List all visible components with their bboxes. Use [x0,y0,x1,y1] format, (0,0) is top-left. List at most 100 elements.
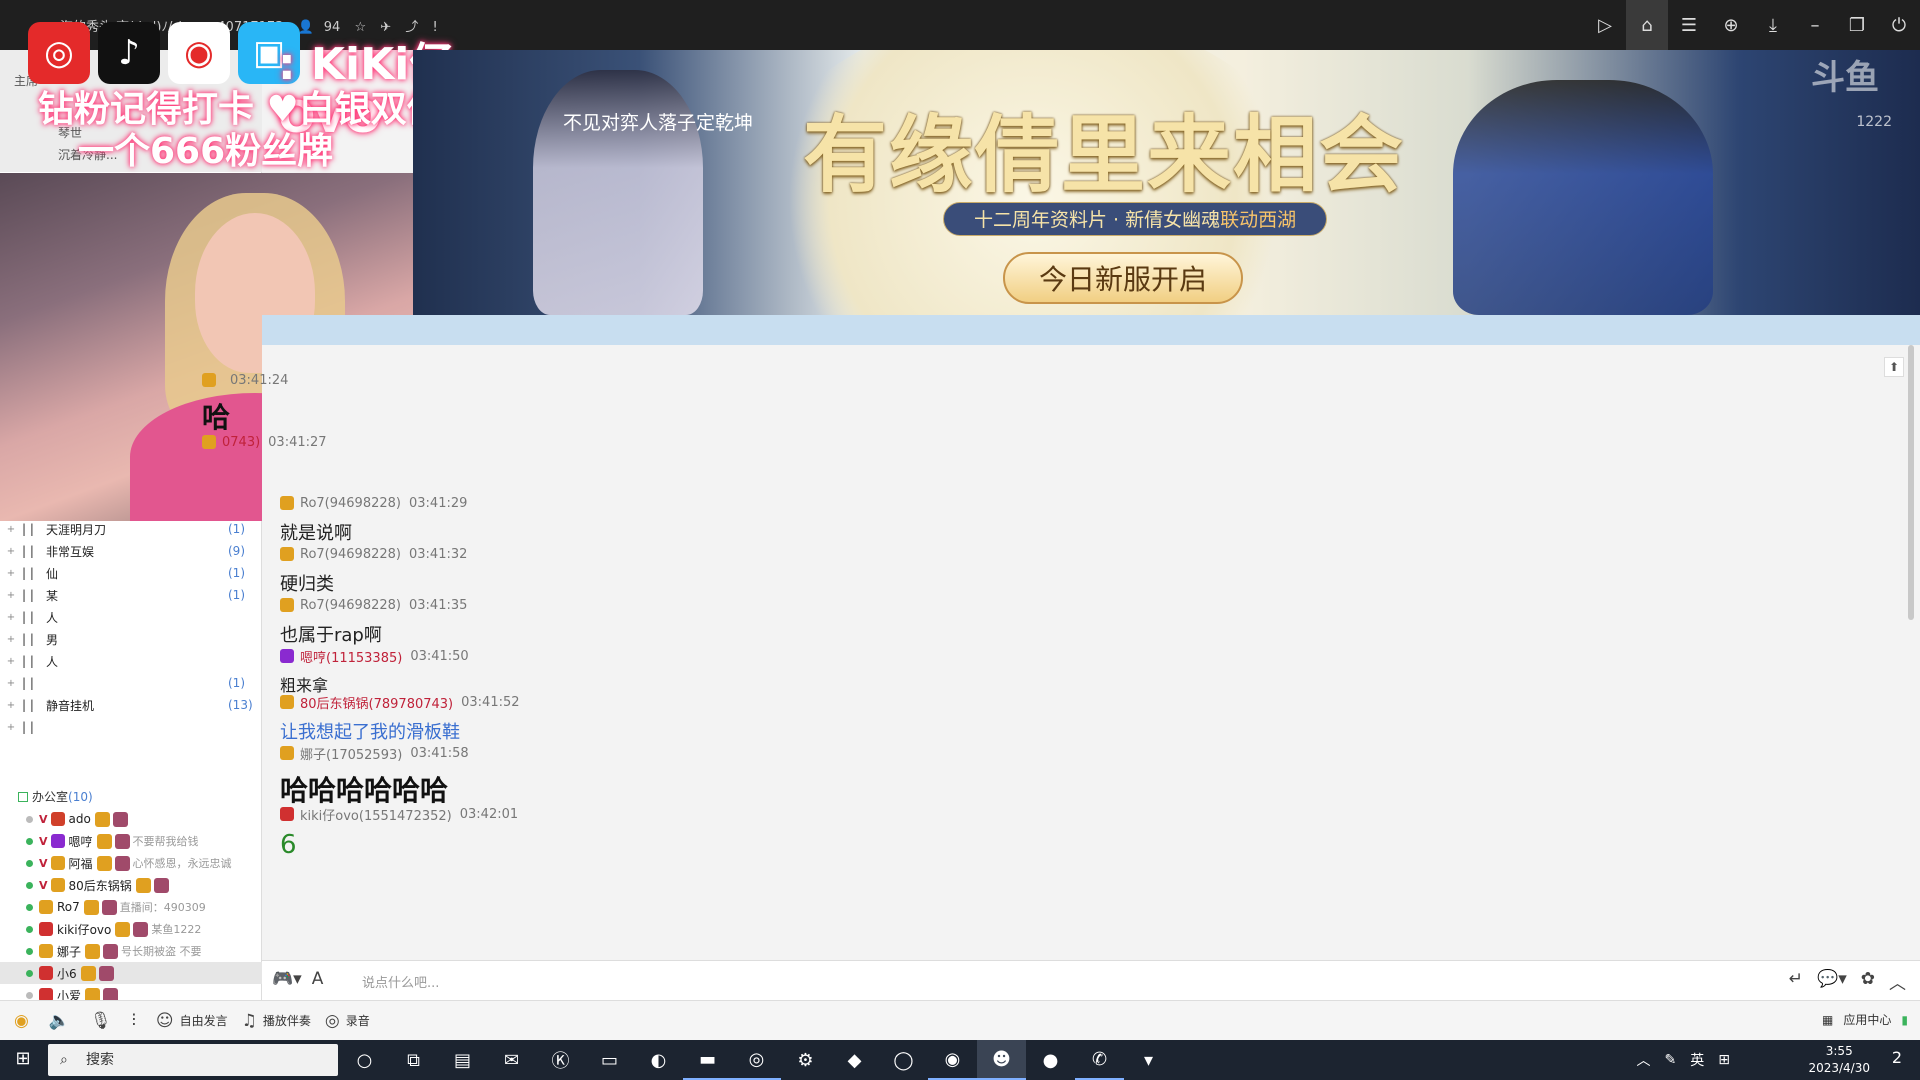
k-app-icon[interactable]: Ⓚ [536,1040,585,1080]
expand-icon[interactable]: + [0,590,22,601]
store-icon[interactable]: ▤ [438,1040,487,1080]
terminal-icon[interactable]: ▬ [683,1040,732,1080]
expand-icon[interactable]: + [0,678,22,689]
yy-logo-icon[interactable]: ◉ [14,1011,35,1031]
banner-cta-button[interactable]: 今日新服开启 [1003,252,1243,304]
banner-ribbon-a: 十二周年资料片 · 新倩女幽魂 [974,209,1221,231]
toolbar-item[interactable]: ♫ 播放伴奏 [242,1011,311,1031]
banner-title: 有缘倩里来相会 [803,105,1406,204]
clock[interactable]: 3:55 2023/4/30 [1808,1043,1870,1077]
user-row[interactable]: 小6 [0,962,262,984]
chat-sender[interactable]: Ro7(94698228) [300,496,401,511]
channel-row[interactable]: + | | 非常互娱 (9) [0,540,262,562]
edge-icon[interactable]: ◐ [634,1040,683,1080]
channel-row[interactable]: + | | 仙 (1) [0,562,262,584]
steam-icon[interactable]: ◎ [732,1040,781,1080]
chat-input[interactable]: 说点什么吧... [362,972,439,991]
chat-sender[interactable]: Ro7(94698228) [300,598,401,613]
toolbar-item[interactable]: ☺ 自由发言 [156,1011,228,1031]
toolbar-item[interactable]: ⫶ [132,1011,142,1031]
app-center-label[interactable]: 应用中心 [1843,1011,1891,1028]
expand-icon[interactable]: + [0,722,22,733]
pen-icon[interactable]: ✎ [1665,1052,1677,1068]
ime-indicator[interactable]: 英 [1690,1050,1704,1070]
expand-icon[interactable]: + [0,546,22,557]
expand-icon[interactable]: + [0,612,22,623]
mail-icon[interactable]: ✉ [487,1040,536,1080]
banner-ribbon-b: 联动西湖 [1220,209,1297,231]
video-icon[interactable]: ▷ [1584,0,1626,50]
user-row[interactable]: Vado [0,808,262,830]
chat-sender[interactable]: Ro7(94698228) [300,547,401,562]
chat-mode-icon[interactable]: 💬▾ [1817,969,1847,994]
channel-row[interactable]: + | | 人 [0,650,262,672]
file-explorer-icon[interactable]: ▭ [585,1040,634,1080]
toolbar-item[interactable]: 🎙 [90,1011,118,1031]
expand-icon[interactable]: + [0,524,22,535]
expand-icon[interactable]: + [0,634,22,645]
list-icon[interactable]: ☰ [1668,0,1710,50]
chat-message: 嗯哼(11153385) 03:41:50 粗来拿 [280,646,469,696]
channel-row[interactable]: + | | 人 [0,606,262,628]
chat-sender[interactable]: kiki仔ovo(1551472352) [300,805,452,824]
app-center-icon[interactable]: ▦ [1822,1013,1833,1027]
keyboard-icon[interactable]: ⊞ [1718,1052,1730,1068]
task-view-icon[interactable]: ⧉ [389,1040,438,1080]
tray-expand-icon[interactable]: ︿ [1637,1050,1651,1070]
taskbar-search[interactable]: ⌕ 搜索 [48,1044,338,1076]
user-row[interactable]: V 嗯哼 不要帮我给钱 [0,830,262,852]
wechat-icon[interactable]: ✆ [1075,1040,1124,1080]
chat-sender[interactable]: 嗯哼(11153385) [300,647,402,666]
channel-row[interactable]: + | | [0,716,262,738]
expand-icon[interactable]: ︿ [1889,969,1906,994]
expand-icon[interactable]: + [0,568,22,579]
chat-sender[interactable]: 80后东锅锅(789780743) [300,693,453,712]
ad-banner[interactable]: 不见对弈人落子定乾坤 有缘倩里来相会 十二周年资料片 · 新倩女幽魂联动西湖 今… [413,50,1920,315]
channel-row[interactable]: + | | 天涯明月刀 (1) [0,518,262,540]
notification-icon[interactable]: 2 [1882,1048,1912,1072]
send-icon[interactable]: ↵ [1789,969,1803,994]
chat-sender[interactable]: 娜子(17052593) [300,744,402,763]
scroll-top-button[interactable]: ⬆ [1884,357,1904,377]
user-signature: 心怀感恩，永远忠诚 [132,857,232,870]
start-icon[interactable]: ⊞ [8,1048,38,1072]
red-app-icon[interactable]: ● [1026,1040,1075,1080]
misc-app-icon[interactable]: ▾ [1124,1040,1173,1080]
user-row[interactable]: V 阿福 心怀感恩，永远忠诚 [0,852,262,874]
toolbar-item[interactable]: ◎ 录音 [325,1011,370,1031]
ring-app-icon[interactable]: ◯ [879,1040,928,1080]
netease-cc-app-icon[interactable]: ◉ [928,1040,977,1080]
chat-sender[interactable]: 0743) [222,435,260,450]
cortana-icon[interactable]: ○ [340,1040,389,1080]
flower-icon[interactable]: ✿ [1861,969,1875,994]
restore-icon[interactable]: ❐ [1836,0,1878,50]
settings-icon[interactable]: ⚙ [781,1040,830,1080]
expand-icon[interactable]: + [0,700,22,711]
orange-app-icon[interactable]: ◆ [830,1040,879,1080]
crown-badge-icon [85,943,101,959]
home-icon[interactable]: ⌂ [1626,0,1668,50]
group-row[interactable]: 办公室 (10) [0,788,262,805]
user-row[interactable]: Ro7 直播间：490309 [0,896,262,918]
yy-app-icon[interactable]: ☻ [977,1040,1026,1080]
search-icon: ⌕ [60,1052,68,1068]
user-row[interactable]: V 80后东锅锅 [0,874,262,896]
toolbar-item[interactable]: 🔈 [49,1011,76,1031]
text-style-icon[interactable]: A [312,969,324,989]
download-icon[interactable]: ⤓ [1752,0,1794,50]
chat-scrollbar[interactable] [1908,345,1914,620]
channel-name: 天涯明月刀 [46,522,107,537]
user-row[interactable]: 娜子 号长期被盗 不要 [0,940,262,962]
user-row[interactable]: kiki仔ovo 某鱼1222 [0,918,262,940]
minimize-icon[interactable]: – [1794,0,1836,50]
gamepad-icon[interactable]: ⊕ [1710,0,1752,50]
expand-icon[interactable]: + [0,656,22,667]
channel-row[interactable]: + | | 男 [0,628,262,650]
channel-row[interactable]: + | | (1) [0,672,262,694]
channel-bars-icon: | | [22,676,34,690]
channel-row[interactable]: + | | 静音挂机 (13) [0,694,262,716]
emoji-game-icon[interactable]: 🎮▾ [272,969,302,989]
owl-icon: ◉ [14,1010,29,1031]
close-icon[interactable]: ⏻ [1878,0,1920,50]
channel-row[interactable]: + | | 某 (1) [0,584,262,606]
